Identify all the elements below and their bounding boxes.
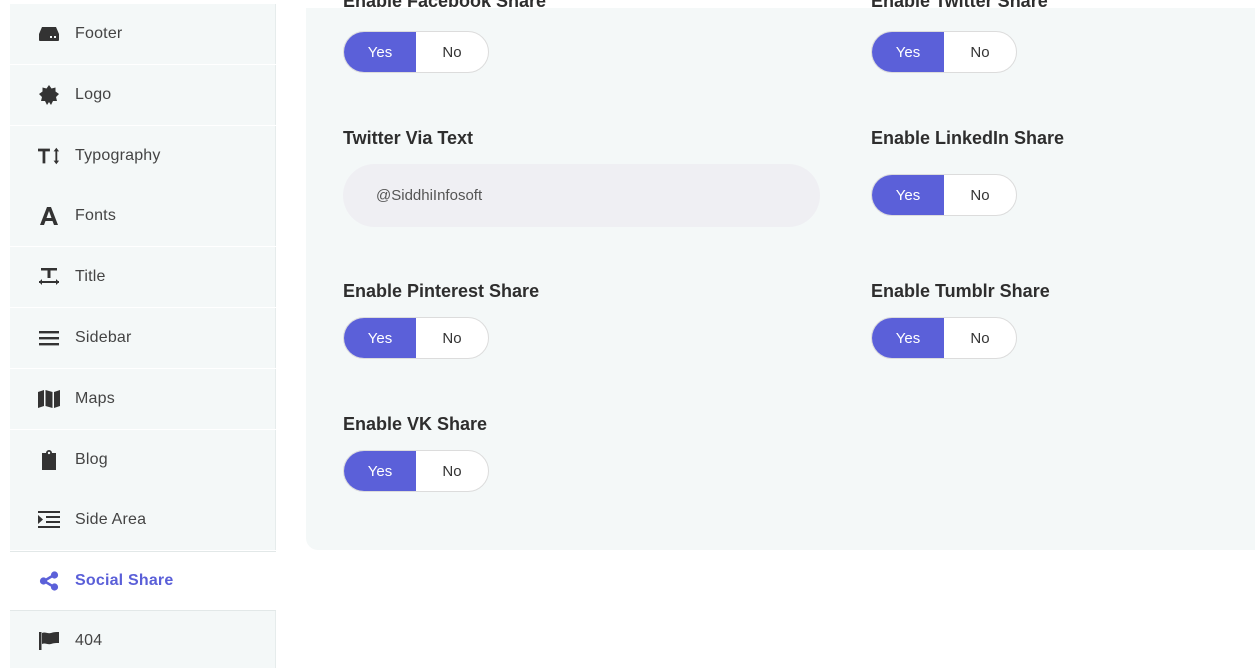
- menu-icon: [38, 328, 60, 348]
- sidebar-item-fonts[interactable]: Fonts: [10, 186, 276, 246]
- twitter-share-label: Enable Twitter Share: [871, 0, 1048, 11]
- pinterest-share-yes-option[interactable]: Yes: [344, 318, 416, 358]
- facebook-share-label: Enable Facebook Share: [343, 0, 547, 11]
- sidebar-item-footer[interactable]: Footer: [10, 4, 276, 64]
- twitter-via-text-input[interactable]: [343, 164, 820, 227]
- tumblr-share-yes-option[interactable]: Yes: [872, 318, 944, 358]
- vk-share-no-option[interactable]: No: [416, 451, 488, 491]
- title-icon: [38, 267, 60, 287]
- footer-icon: [38, 24, 60, 44]
- vk-share-toggle[interactable]: Yes No: [343, 450, 489, 492]
- vk-share-label: Enable VK Share: [343, 414, 488, 434]
- font-icon: [38, 206, 60, 226]
- linkedin-share-label: Enable LinkedIn Share: [871, 128, 1065, 148]
- sidebar-item-title[interactable]: Title: [10, 247, 276, 307]
- tumblr-share-toggle[interactable]: Yes No: [871, 317, 1017, 359]
- linkedin-share-no-option[interactable]: No: [944, 175, 1016, 215]
- sidebar-item-label: Logo: [75, 86, 112, 103]
- sidebar-item-logo[interactable]: Logo: [10, 65, 276, 125]
- sidebar-item-404[interactable]: 404: [10, 611, 276, 668]
- tumblr-share-label: Enable Tumblr Share: [871, 281, 1050, 301]
- sidebar-item-label: Fonts: [75, 207, 117, 224]
- settings-sidebar: Footer Logo Typography Fonts Title Sideb…: [10, 0, 276, 668]
- clipboard-icon: [38, 450, 60, 470]
- sidebar-item-label: Title: [75, 268, 106, 285]
- sidebar-item-sidebar[interactable]: Sidebar: [10, 308, 276, 368]
- tumblr-share-no-option[interactable]: No: [944, 318, 1016, 358]
- twitter-share-no-option[interactable]: No: [944, 32, 1016, 72]
- sidebar-item-label: Maps: [75, 390, 115, 407]
- twitter-via-text-label: Twitter Via Text: [343, 128, 474, 148]
- typography-icon: [38, 146, 60, 166]
- sidebar-item-maps[interactable]: Maps: [10, 369, 276, 429]
- twitter-share-yes-option[interactable]: Yes: [872, 32, 944, 72]
- linkedin-share-toggle[interactable]: Yes No: [871, 174, 1017, 216]
- pinterest-share-no-option[interactable]: No: [416, 318, 488, 358]
- sidebar-item-typography[interactable]: Typography: [10, 126, 276, 186]
- sidebar-item-label: Social Share: [75, 572, 174, 589]
- pinterest-share-toggle[interactable]: Yes No: [343, 317, 489, 359]
- map-icon: [38, 389, 60, 409]
- sidebar-item-label: 404: [75, 632, 103, 649]
- share-icon: [38, 571, 60, 591]
- logo-icon: [38, 85, 60, 105]
- sidebar-item-label: Sidebar: [75, 329, 132, 346]
- sidebar-item-social-share[interactable]: Social Share: [10, 551, 276, 611]
- sidebar-item-label: Side Area: [75, 511, 147, 528]
- linkedin-share-yes-option[interactable]: Yes: [872, 175, 944, 215]
- pinterest-share-label: Enable Pinterest Share: [343, 281, 540, 301]
- sidebar-item-label: Blog: [75, 451, 108, 468]
- sidebar-item-label: Footer: [75, 25, 123, 42]
- flag-icon: [38, 631, 60, 651]
- vk-share-yes-option[interactable]: Yes: [344, 451, 416, 491]
- facebook-share-no-option[interactable]: No: [416, 32, 488, 72]
- sidebar-item-label: Typography: [75, 147, 161, 164]
- facebook-share-yes-option[interactable]: Yes: [344, 32, 416, 72]
- sidebar-item-side-area[interactable]: Side Area: [10, 490, 276, 550]
- sidebar-item-blog[interactable]: Blog: [10, 430, 276, 490]
- facebook-share-toggle[interactable]: Yes No: [343, 31, 489, 73]
- twitter-share-toggle[interactable]: Yes No: [871, 31, 1017, 73]
- indent-icon: [38, 510, 60, 530]
